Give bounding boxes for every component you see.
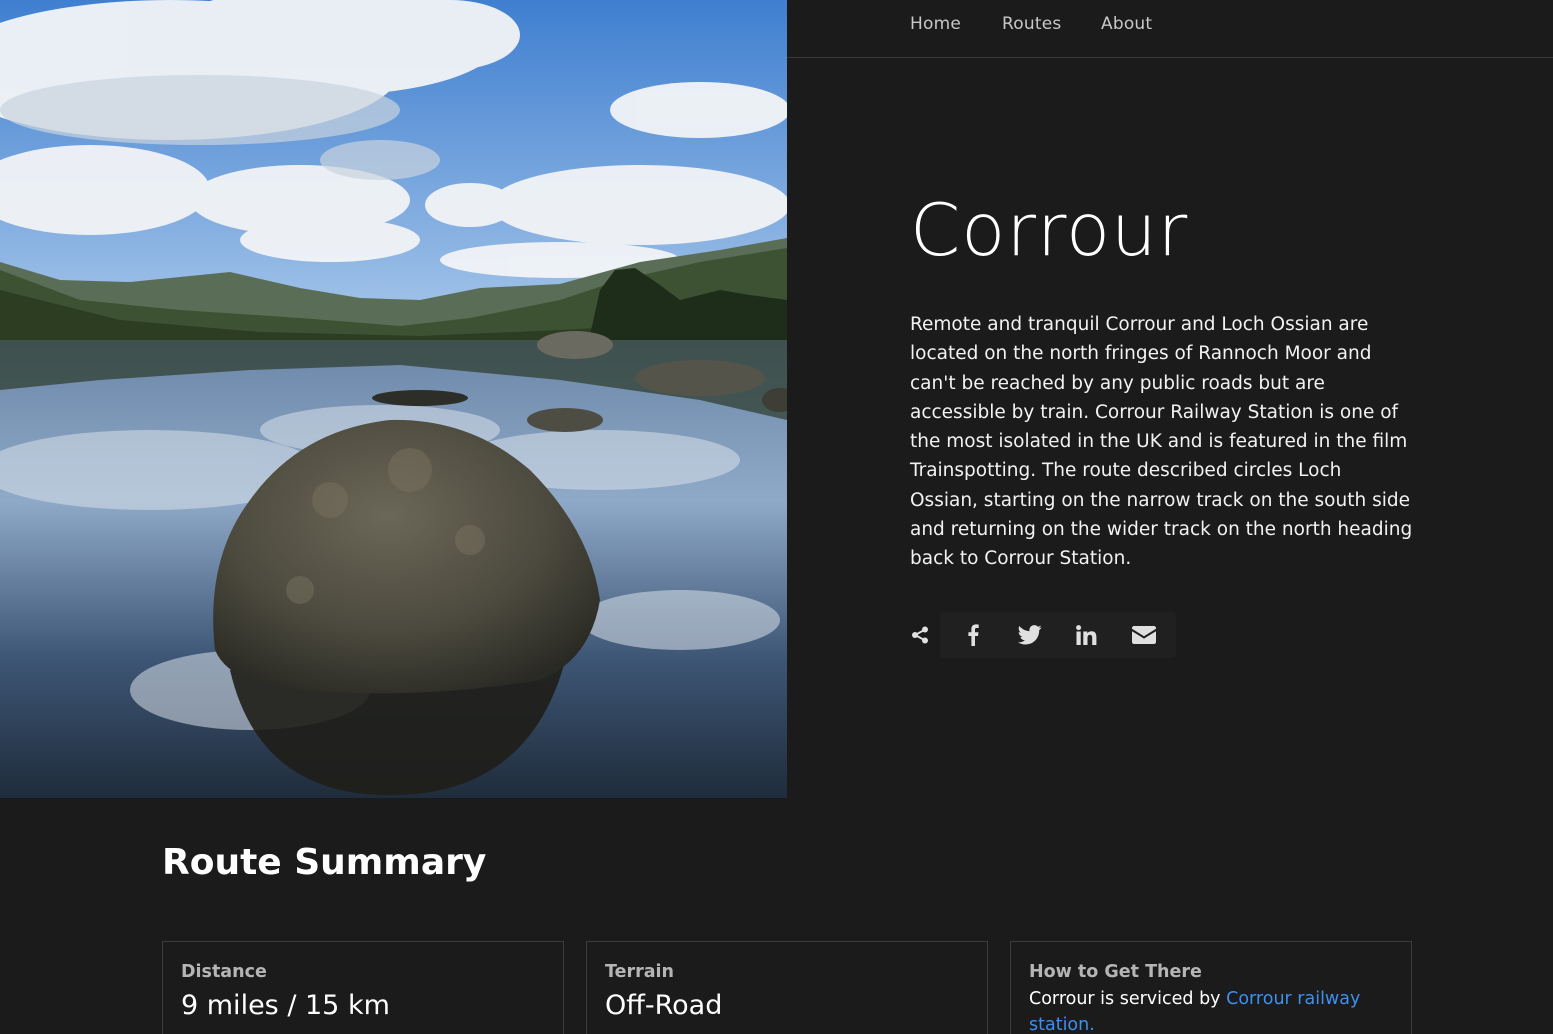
hero-photo — [0, 0, 787, 798]
share-icon[interactable] — [900, 612, 940, 658]
top-nav: Home Routes About — [787, 0, 1553, 58]
page-title: Corrour — [910, 188, 1189, 272]
linkedin-icon[interactable] — [1058, 612, 1115, 658]
how-to-get-there-label: How to Get There — [1029, 962, 1202, 982]
how-to-get-there-prefix: Corrour is serviced by — [1029, 989, 1227, 1009]
social-share-group — [940, 612, 1176, 658]
how-to-get-there-text: Corrour is serviced by Corrour railway s… — [1029, 986, 1393, 1034]
distance-label: Distance — [181, 962, 267, 982]
route-description: Remote and tranquil Corrour and Loch Oss… — [910, 314, 1413, 570]
share-bar — [900, 612, 1176, 658]
distance-card: Distance 9 miles / 15 km — [162, 941, 564, 1034]
envelope-icon[interactable] — [1115, 612, 1172, 658]
distance-value: 9 miles / 15 km — [181, 990, 390, 1021]
terrain-card: Terrain Off-Road — [586, 941, 988, 1034]
facebook-icon[interactable] — [944, 612, 1001, 658]
terrain-label: Terrain — [605, 962, 675, 982]
terrain-value: Off-Road — [605, 990, 723, 1021]
twitter-icon[interactable] — [1001, 612, 1058, 658]
nav-about[interactable]: About — [1101, 14, 1152, 34]
page: Home Routes About Corrour Remote and tra… — [0, 0, 1553, 1034]
how-to-get-there-card: How to Get There Corrour is serviced by … — [1010, 941, 1412, 1034]
nav-home[interactable]: Home — [910, 14, 961, 34]
nav-routes[interactable]: Routes — [1002, 14, 1061, 34]
route-summary-title: Route Summary — [162, 842, 487, 883]
